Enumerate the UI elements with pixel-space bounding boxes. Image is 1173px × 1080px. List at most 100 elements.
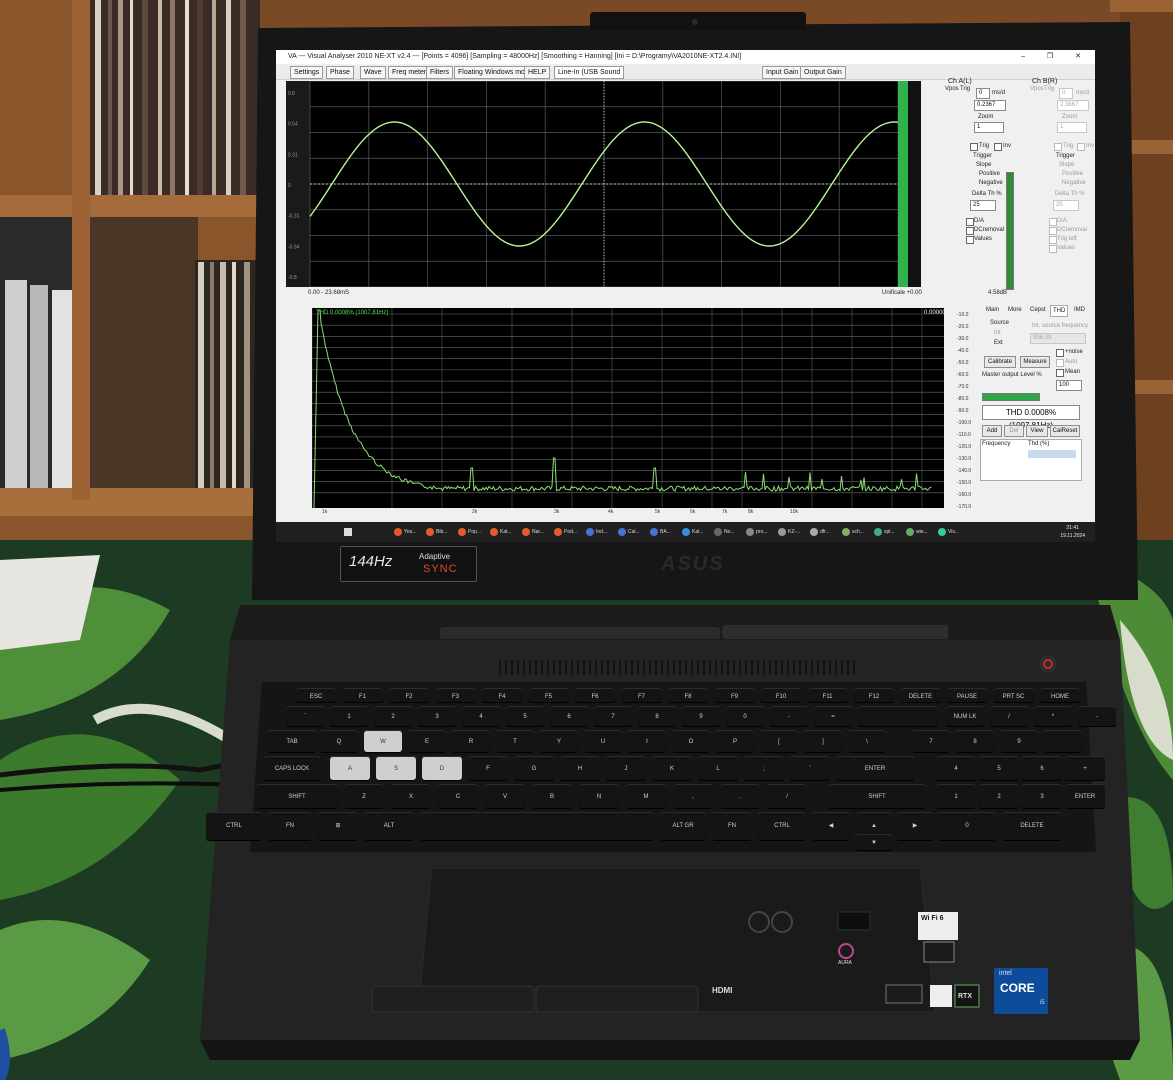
phase-button[interactable]: Phase: [326, 66, 354, 79]
tab-more[interactable]: More: [1006, 305, 1024, 315]
channel-a-delta-field[interactable]: 25: [970, 200, 996, 211]
key[interactable]: SHIFT: [828, 784, 926, 808]
channel-b-delta-field[interactable]: 25: [1053, 200, 1079, 211]
taskbar-app[interactable]: wie...: [906, 526, 928, 538]
key[interactable]: ALT GR: [660, 812, 706, 840]
tab-imd[interactable]: IMD: [1072, 305, 1087, 315]
key[interactable]: L: [698, 756, 738, 780]
key[interactable]: CTRL: [758, 812, 806, 840]
key[interactable]: HOME: [1040, 688, 1080, 702]
key[interactable]: W: [364, 730, 402, 752]
key[interactable]: 9: [1000, 730, 1038, 752]
key[interactable]: F11: [807, 688, 848, 702]
del-button[interactable]: Del: [1004, 425, 1024, 437]
key[interactable]: -: [770, 706, 808, 726]
taskbar-app[interactable]: KZ-...: [778, 526, 800, 538]
key[interactable]: NUM LK: [946, 706, 984, 726]
taskbar-app[interactable]: Kat...: [490, 526, 512, 538]
freq-meter-button[interactable]: Freq meter: [388, 66, 431, 79]
taskbar-clock[interactable]: 21:41 19.11.2024: [1060, 524, 1085, 540]
source-int[interactable]: Int: [994, 330, 1001, 336]
key[interactable]: FN: [268, 812, 312, 840]
source-ext[interactable]: Ext: [994, 340, 1003, 346]
key[interactable]: TAB: [268, 730, 316, 752]
key[interactable]: ]: [804, 730, 842, 752]
channel-b-da-checkbox[interactable]: [1049, 218, 1057, 226]
key[interactable]: ▶: [896, 812, 934, 840]
key[interactable]: Y: [540, 730, 578, 752]
key[interactable]: CTRL: [206, 812, 262, 840]
key[interactable]: Q: [320, 730, 358, 752]
key[interactable]: B: [532, 784, 572, 808]
thd-results-row[interactable]: [1028, 450, 1076, 458]
key[interactable]: 8: [638, 706, 676, 726]
key[interactable]: 8: [956, 730, 994, 752]
input-gain-button[interactable]: Input Gain: [762, 66, 803, 79]
filters-button[interactable]: Filters: [426, 66, 454, 79]
key[interactable]: G: [514, 756, 554, 780]
key[interactable]: +: [1065, 756, 1105, 780]
taskbar-app[interactable]: Cal...: [618, 526, 640, 538]
key[interactable]: 2: [374, 706, 412, 726]
mean-checkbox[interactable]: [1056, 369, 1064, 377]
taskbar-app[interactable]: You...: [394, 526, 417, 538]
oscilloscope[interactable]: 0.80.540.310-0.31-0.54-0.836.9624.6412.3…: [286, 81, 921, 287]
key[interactable]: S: [376, 756, 416, 780]
key[interactable]: F3: [435, 688, 476, 702]
key[interactable]: [: [760, 730, 798, 752]
key[interactable]: DELETE: [900, 688, 941, 702]
key[interactable]: F6: [575, 688, 615, 702]
key[interactable]: M: [626, 784, 666, 808]
key[interactable]: `: [286, 706, 324, 726]
noise-checkbox[interactable]: [1056, 349, 1064, 357]
key[interactable]: =: [814, 706, 852, 726]
key[interactable]: P: [716, 730, 754, 752]
help-button[interactable]: HELP: [524, 66, 551, 79]
channel-b-vpos-field[interactable]: 0: [1059, 88, 1073, 99]
taskbar-app[interactable]: Ind...: [586, 526, 607, 538]
channel-b-dc-checkbox[interactable]: [1049, 227, 1057, 235]
key[interactable]: SHIFT: [256, 784, 338, 808]
taskbar-app[interactable]: Nar...: [522, 526, 544, 538]
key[interactable]: 0: [726, 706, 764, 726]
key[interactable]: ENTER: [1065, 784, 1105, 808]
key[interactable]: ◀: [812, 812, 850, 840]
taskbar-app[interactable]: pro...: [746, 526, 767, 538]
master-output-field[interactable]: 100: [1056, 380, 1082, 391]
wave-button[interactable]: Wave: [360, 66, 386, 79]
channel-b-inv-checkbox[interactable]: [1077, 143, 1085, 151]
tab-cepst[interactable]: Cepst: [1028, 305, 1048, 315]
key[interactable]: 3: [418, 706, 456, 726]
int-freq-field[interactable]: 996.09: [1030, 333, 1086, 344]
key[interactable]: R: [452, 730, 490, 752]
start-icon[interactable]: [344, 528, 352, 536]
key[interactable]: T: [496, 730, 534, 752]
key[interactable]: DELETE: [1002, 812, 1062, 840]
key[interactable]: O: [672, 730, 710, 752]
key[interactable]: ': [790, 756, 830, 780]
key[interactable]: F8: [668, 688, 708, 702]
key[interactable]: F4: [482, 688, 522, 702]
key[interactable]: 5: [506, 706, 544, 726]
key[interactable]: 2: [979, 784, 1019, 808]
key[interactable]: /: [767, 784, 807, 808]
tab-thd[interactable]: THD: [1050, 305, 1069, 317]
taskbar-app[interactable]: Pop...: [458, 526, 481, 538]
taskbar-app[interactable]: dfr...: [810, 526, 830, 538]
taskbar-app[interactable]: No...: [714, 526, 735, 538]
channel-a-zoom-field[interactable]: 1: [974, 122, 1004, 133]
channel-b-trig-checkbox[interactable]: [1054, 143, 1062, 151]
key[interactable]: D: [422, 756, 462, 780]
key[interactable]: C: [438, 784, 478, 808]
channel-a-vpos-field[interactable]: 0: [976, 88, 990, 99]
key[interactable]: ;: [744, 756, 784, 780]
window-controls[interactable]: – ❐ ✕: [1021, 50, 1091, 64]
key[interactable]: *: [1034, 706, 1072, 726]
key[interactable]: ALT: [364, 812, 414, 840]
channel-b-values-checkbox[interactable]: [1049, 245, 1057, 253]
key[interactable]: -: [1078, 706, 1116, 726]
taskbar-app[interactable]: BA...: [650, 526, 671, 538]
key[interactable]: CAPS LOCK: [264, 756, 320, 780]
view-button[interactable]: View: [1026, 425, 1048, 437]
taskbar-app[interactable]: Kal...: [682, 526, 703, 538]
